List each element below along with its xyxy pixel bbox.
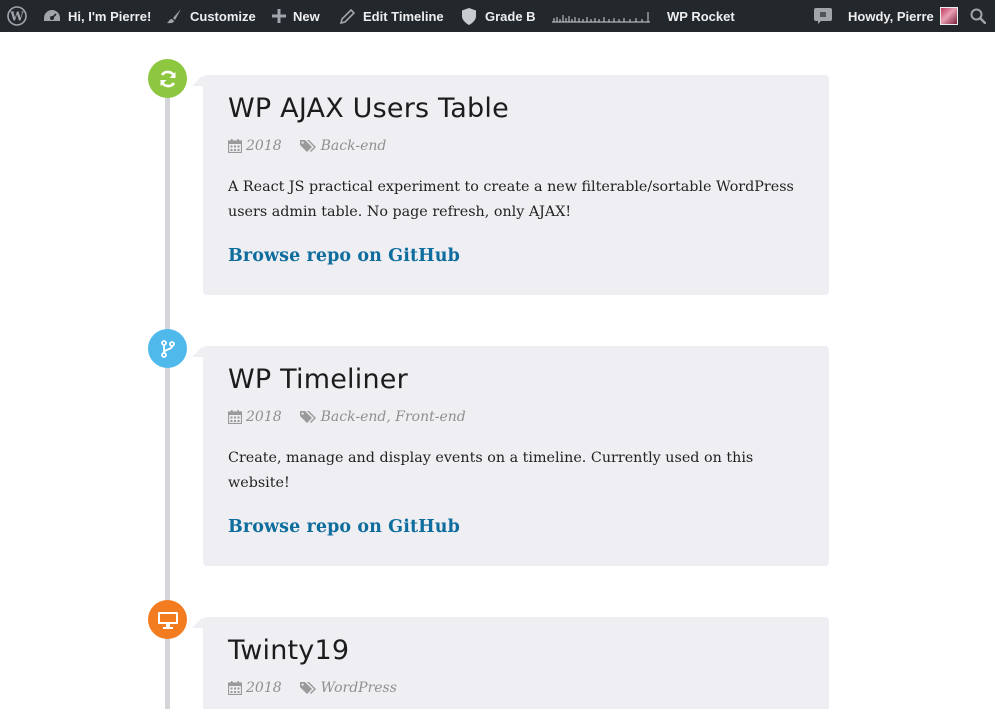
tags-icon — [299, 411, 316, 423]
customize-link[interactable]: Customize — [166, 0, 256, 32]
admin-bar-search[interactable] — [970, 0, 986, 32]
howdy-label: Howdy, Pierre — [848, 8, 934, 24]
refresh-icon — [159, 70, 176, 87]
sparkline-icon — [552, 12, 650, 23]
admin-bar: W Hi, I'm Pierre! Customize New Edit Tim… — [0, 0, 995, 32]
card-year: 2018 — [228, 409, 282, 425]
shield-icon — [462, 7, 476, 25]
tags-icon — [299, 140, 316, 152]
brush-icon — [167, 9, 181, 24]
github-repo-link[interactable]: Browse repo on GitHub — [228, 246, 460, 266]
wp-rocket-menu[interactable]: WP Rocket — [667, 0, 735, 32]
desktop-icon — [157, 611, 178, 629]
timeline-card: WP AJAX Users Table 2018 Back-end A Reac… — [192, 75, 829, 295]
plus-icon — [272, 9, 286, 23]
new-content-menu[interactable]: New — [272, 0, 320, 32]
wordpress-menu[interactable]: W — [7, 0, 27, 32]
card-tags-value: Back-end — [320, 138, 387, 154]
site-name-menu[interactable]: Hi, I'm Pierre! — [43, 0, 151, 32]
card-year: 2018 — [228, 680, 282, 696]
card-tags-value: Back-end, Front-end — [320, 409, 466, 425]
timeline-marker — [148, 329, 187, 368]
svg-text:W: W — [9, 10, 24, 24]
new-label: New — [293, 8, 320, 24]
grade-menu[interactable]: Grade B — [462, 0, 536, 32]
timeline-marker — [148, 600, 187, 639]
calendar-icon — [228, 410, 242, 424]
card-year-value: 2018 — [246, 680, 282, 696]
search-icon — [970, 8, 986, 24]
my-account-menu[interactable]: Howdy, Pierre — [848, 0, 958, 32]
comment-icon — [814, 8, 832, 24]
card-tags: WordPress — [299, 680, 397, 696]
code-branch-icon — [160, 339, 175, 358]
card-meta: 2018 Back-end, Front-end — [228, 407, 804, 427]
edit-timeline-link[interactable]: Edit Timeline — [340, 0, 444, 32]
timeline-card: WP Timeliner 2018 Back-end, Front-end Cr… — [192, 346, 829, 566]
timeline-card: Twinty19 2018 WordPress — [192, 617, 829, 709]
card-title: WP AJAX Users Table — [228, 93, 509, 124]
grade-label: Grade B — [485, 8, 536, 24]
calendar-icon — [228, 681, 242, 695]
card-meta: 2018 Back-end — [228, 136, 804, 156]
dashboard-icon — [44, 10, 60, 21]
card-tags: Back-end, Front-end — [299, 409, 466, 425]
card-year-value: 2018 — [246, 138, 282, 154]
card-title: WP Timeliner — [228, 364, 408, 395]
wp-rocket-label: WP Rocket — [667, 8, 735, 24]
comments-link[interactable] — [814, 0, 832, 32]
edit-timeline-label: Edit Timeline — [363, 8, 444, 24]
github-repo-link[interactable]: Browse repo on GitHub — [228, 517, 460, 537]
timeline-marker — [148, 59, 187, 98]
avatar — [939, 7, 958, 25]
customize-label: Customize — [190, 8, 256, 24]
card-description: Create, manage and display events on a t… — [228, 450, 754, 491]
traffic-sparkline[interactable] — [552, 0, 650, 32]
calendar-icon — [228, 139, 242, 153]
pencil-icon — [340, 8, 355, 24]
card-tags: Back-end — [299, 138, 387, 154]
card-tags-value: WordPress — [320, 680, 397, 696]
card-title: Twinty19 — [228, 635, 350, 666]
site-name-label: Hi, I'm Pierre! — [68, 8, 152, 24]
card-year: 2018 — [228, 138, 282, 154]
card-meta: 2018 WordPress — [228, 678, 804, 698]
card-year-value: 2018 — [246, 409, 282, 425]
wordpress-logo-icon: W — [7, 6, 27, 26]
card-description: A React JS practical experiment to creat… — [228, 179, 794, 220]
tags-icon — [299, 682, 316, 694]
